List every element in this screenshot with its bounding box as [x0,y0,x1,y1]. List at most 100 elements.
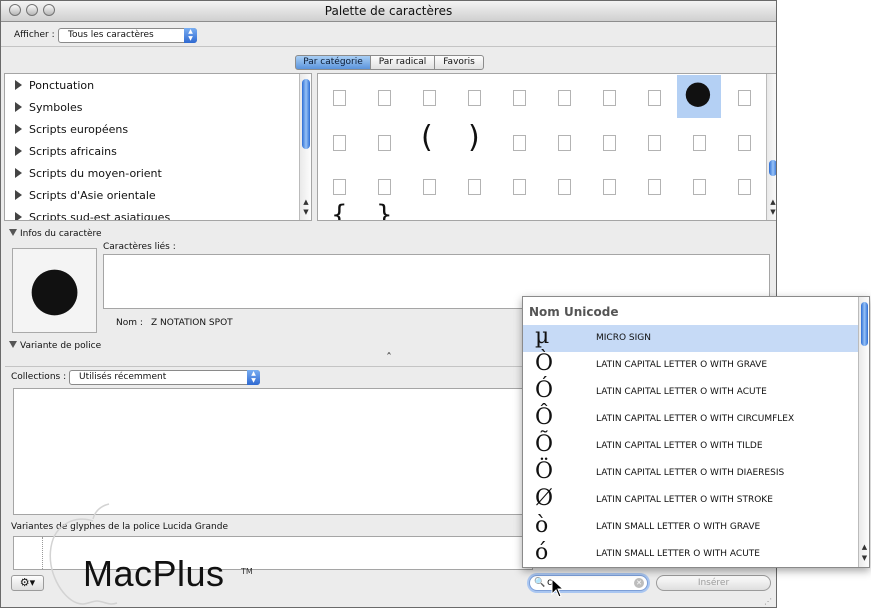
scroll-down-arrow-icon[interactable]: ▼ [300,208,311,217]
collection-glyphs-area[interactable] [13,388,533,515]
category-list: Ponctuation Symboles Scripts européens S… [4,73,312,221]
insert-button[interactable]: Insérer [656,575,771,591]
grid-glyph-cell[interactable]: ( [421,118,433,158]
mouse-cursor-icon [551,578,565,598]
scroll-up-arrow-icon[interactable]: ▲ [767,198,776,207]
unicode-result-row[interactable]: Ö LATIN CAPITAL LETTER O WITH DIAERESIS [523,459,859,487]
glyph-cell[interactable] [468,179,481,195]
dropdown-scrollbar[interactable]: ▲ ▼ [858,297,869,567]
preview-glyph: ● [28,253,81,323]
glyph-cell[interactable] [333,90,346,106]
character-preview: ● [12,248,97,333]
show-popup-value: Tous les caractères [68,30,154,40]
grid-glyph-cell[interactable]: ) [468,118,480,158]
unicode-result-row[interactable]: µ MICRO SIGN [523,324,859,352]
glyph-cell[interactable] [738,179,751,195]
unicode-result-row[interactable]: Õ LATIN CAPITAL LETTER O WITH TILDE [523,432,859,460]
category-item[interactable]: Ponctuation [15,75,94,97]
tab-par-radical[interactable]: Par radical [370,55,435,70]
disclosure-triangle-icon [15,124,22,134]
scroll-up-arrow-icon[interactable]: ▲ [300,198,311,207]
popup-arrows-icon: ▲ ▼ [247,370,260,385]
related-characters-label: Caractères liés : [103,242,176,252]
scroll-up-arrow-icon[interactable]: ▲ [859,543,869,552]
glyph-cell[interactable] [513,135,526,151]
disclosure-triangle-icon [15,212,22,220]
unicode-result-row[interactable]: Ò LATIN CAPITAL LETTER O WITH GRAVE [523,351,859,379]
glyph-cell[interactable] [693,179,706,195]
result-glyph: Õ [535,432,554,457]
grid-glyph-cell[interactable]: { [331,200,348,220]
search-field[interactable]: 🔍 o ✕ [529,575,648,591]
glyph-cell[interactable] [423,179,436,195]
glyph-cell[interactable] [558,135,571,151]
glyph-cell[interactable] [378,135,391,151]
scroll-thumb[interactable] [769,160,776,176]
collections-popup[interactable]: Utilisés récemment ▲ ▼ [69,370,260,385]
glyph-cell[interactable] [603,90,616,106]
grid-scrollbar[interactable]: ▲ ▼ [766,74,776,220]
glyph-cell[interactable] [648,179,661,195]
grid-glyph-cell[interactable]: } [376,200,393,220]
unicode-result-row[interactable]: Ø LATIN CAPITAL LETTER O WITH STROKE [523,486,859,514]
scroll-down-arrow-icon[interactable]: ▼ [767,208,776,217]
unicode-result-row[interactable]: Ô LATIN CAPITAL LETTER O WITH CIRCUMFLEX [523,405,859,433]
category-item[interactable]: Scripts africains [15,141,117,163]
category-item[interactable]: Scripts d'Asie orientale [15,185,156,207]
glyph-cell[interactable] [648,135,661,151]
glyph-cell[interactable] [513,179,526,195]
collections-label: Collections : [11,372,67,382]
result-glyph: µ [535,324,550,349]
result-name: LATIN SMALL LETTER O WITH ACUTE [596,549,760,559]
result-name: LATIN SMALL LETTER O WITH GRAVE [596,522,761,532]
font-variant-toggle[interactable]: Variante de police [9,341,101,351]
character-info-toggle[interactable]: Infos du caractère [9,229,102,239]
glyph-cell[interactable] [378,90,391,106]
name-label: Nom : [116,318,143,328]
scroll-down-arrow-icon[interactable]: ▼ [859,554,869,563]
category-item[interactable]: Scripts du moyen-orient [15,163,162,185]
glyph-cell[interactable] [603,135,616,151]
glyph-cell[interactable] [423,90,436,106]
glyph-cell[interactable] [333,135,346,151]
scroll-thumb[interactable] [861,302,868,346]
clear-search-icon[interactable]: ✕ [634,578,644,588]
popup-arrows-icon: ▲ ▼ [184,28,197,43]
category-scrollbar[interactable]: ▲ ▼ [299,74,311,220]
result-name: LATIN CAPITAL LETTER O WITH GRAVE [596,360,768,370]
glyph-cell[interactable] [648,90,661,106]
gear-icon: ⚙▾ [19,576,36,589]
tab-favoris[interactable]: Favoris [434,55,484,70]
glyph-cell[interactable] [693,135,706,151]
unicode-result-row[interactable]: ò LATIN SMALL LETTER O WITH GRAVE [523,513,859,541]
category-item[interactable]: Scripts sud-est asiatiques [15,207,170,220]
scroll-thumb[interactable] [302,79,310,149]
window-title: Palette de caractères [324,4,453,18]
action-menu-button[interactable]: ⚙▾ [11,575,44,591]
resize-grip-icon[interactable]: ⋰ [764,597,776,607]
disclosure-triangle-icon [15,80,22,90]
grid-glyph-cell[interactable]: ● [684,74,712,112]
glyph-cell[interactable] [333,179,346,195]
category-item[interactable]: Scripts européens [15,119,128,141]
glyph-cell[interactable] [468,90,481,106]
title-bar[interactable]: Palette de caractères [1,1,776,22]
glyph-cell[interactable] [513,90,526,106]
unicode-result-row[interactable]: Ó LATIN CAPITAL LETTER O WITH ACUTE [523,378,859,406]
result-glyph: Ö [535,459,554,484]
glyph-cell[interactable] [558,90,571,106]
expand-caret-icon[interactable]: ˆ [386,351,392,365]
result-glyph: ó [535,540,549,565]
disclosure-triangle-icon [15,168,22,178]
glyph-cell[interactable] [558,179,571,195]
disclosure-triangle-down-icon [9,229,17,236]
glyph-cell[interactable] [378,179,391,195]
unicode-result-row[interactable]: ó LATIN SMALL LETTER O WITH ACUTE [523,540,859,567]
category-item[interactable]: Symboles [15,97,82,119]
glyph-cell[interactable] [603,179,616,195]
show-popup[interactable]: Tous les caractères ▲ ▼ [58,28,197,43]
glyph-cell[interactable] [738,90,751,106]
tab-par-categorie[interactable]: Par catégorie [295,55,371,70]
result-glyph: Ó [535,378,554,403]
glyph-cell[interactable] [738,135,751,151]
